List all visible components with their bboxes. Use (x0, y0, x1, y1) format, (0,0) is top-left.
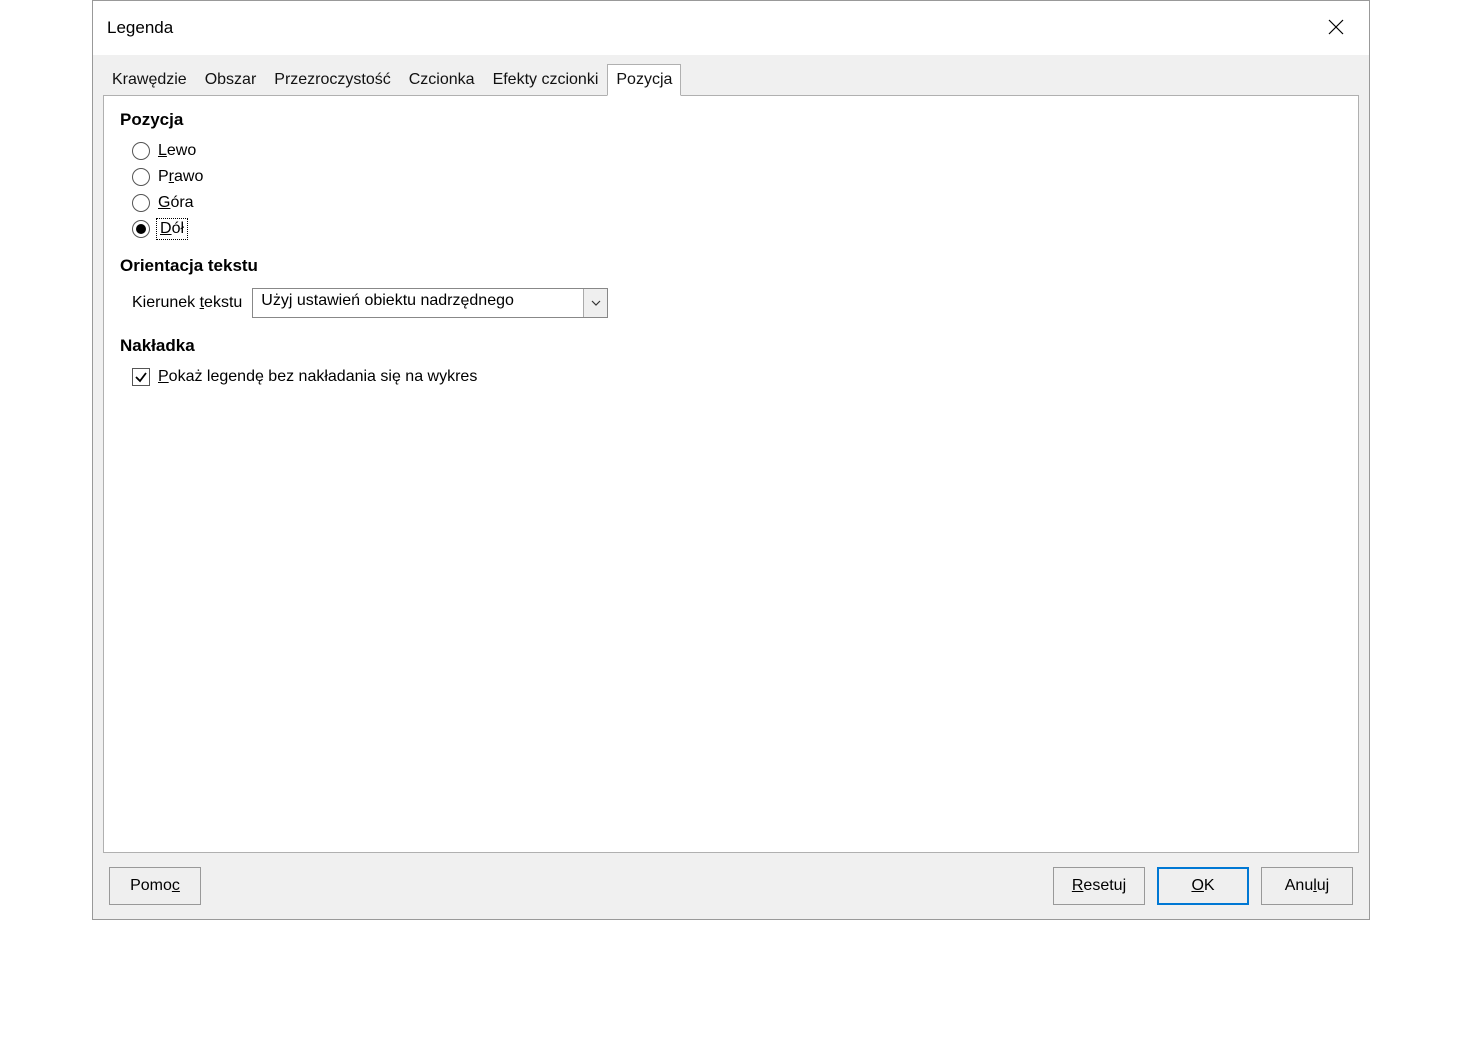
radio-row-right[interactable]: Prawo (120, 164, 1342, 190)
tab-pane-position: Pozycja Lewo Prawo Góra Dół Orientacja t… (103, 95, 1359, 853)
ok-button[interactable]: OK (1157, 867, 1249, 905)
radio-top[interactable] (132, 194, 150, 212)
close-button[interactable] (1313, 12, 1359, 44)
text-direction-value: Użyj ustawień obiektu nadrzędnego (253, 289, 583, 317)
text-direction-select[interactable]: Użyj ustawień obiektu nadrzędnego (252, 288, 608, 318)
radio-row-top[interactable]: Góra (120, 190, 1342, 216)
radio-bottom-label[interactable]: Dół (158, 220, 186, 238)
tab-area[interactable]: Obszar (196, 64, 266, 96)
radio-right-label[interactable]: Prawo (158, 168, 203, 186)
radio-right[interactable] (132, 168, 150, 186)
radio-bottom[interactable] (132, 220, 150, 238)
tab-borders[interactable]: Krawędzie (103, 64, 196, 96)
radio-left[interactable] (132, 142, 150, 160)
reset-button[interactable]: Resetuj (1053, 867, 1145, 905)
overlay-checkbox-row[interactable]: Pokaż legendę bez nakładania się na wykr… (120, 364, 1342, 390)
tab-transparency[interactable]: Przezroczystość (265, 64, 399, 96)
cancel-button[interactable]: Anuluj (1261, 867, 1353, 905)
radio-top-label[interactable]: Góra (158, 194, 194, 212)
help-button[interactable]: Pomoc (109, 867, 201, 905)
dialog-title: Legenda (107, 18, 173, 38)
text-direction-label: Kierunek tekstu (132, 294, 242, 312)
position-heading: Pozycja (120, 110, 1342, 130)
tab-font[interactable]: Czcionka (400, 64, 484, 96)
tab-strip: Krawędzie Obszar Przezroczystość Czcionk… (103, 63, 1359, 95)
legend-dialog: Legenda Krawędzie Obszar Przezroczystość… (92, 0, 1370, 920)
text-direction-row: Kierunek tekstu Użyj ustawień obiektu na… (120, 284, 1342, 322)
close-icon (1327, 18, 1345, 39)
check-icon (134, 370, 148, 384)
radio-row-left[interactable]: Lewo (120, 138, 1342, 164)
radio-left-label[interactable]: Lewo (158, 142, 196, 160)
chevron-down-icon (583, 289, 607, 317)
dialog-button-row: Pomoc Resetuj OK Anuluj (103, 853, 1359, 909)
overlay-checkbox-label[interactable]: Pokaż legendę bez nakładania się na wykr… (158, 368, 477, 386)
radio-row-bottom[interactable]: Dół (120, 216, 1342, 242)
overlay-checkbox[interactable] (132, 368, 150, 386)
orientation-heading: Orientacja tekstu (120, 256, 1342, 276)
overlay-heading: Nakładka (120, 336, 1342, 356)
tab-position[interactable]: Pozycja (607, 64, 681, 96)
titlebar: Legenda (93, 1, 1369, 55)
dialog-body: Krawędzie Obszar Przezroczystość Czcionk… (93, 55, 1369, 919)
tab-font-effects[interactable]: Efekty czcionki (484, 64, 608, 96)
